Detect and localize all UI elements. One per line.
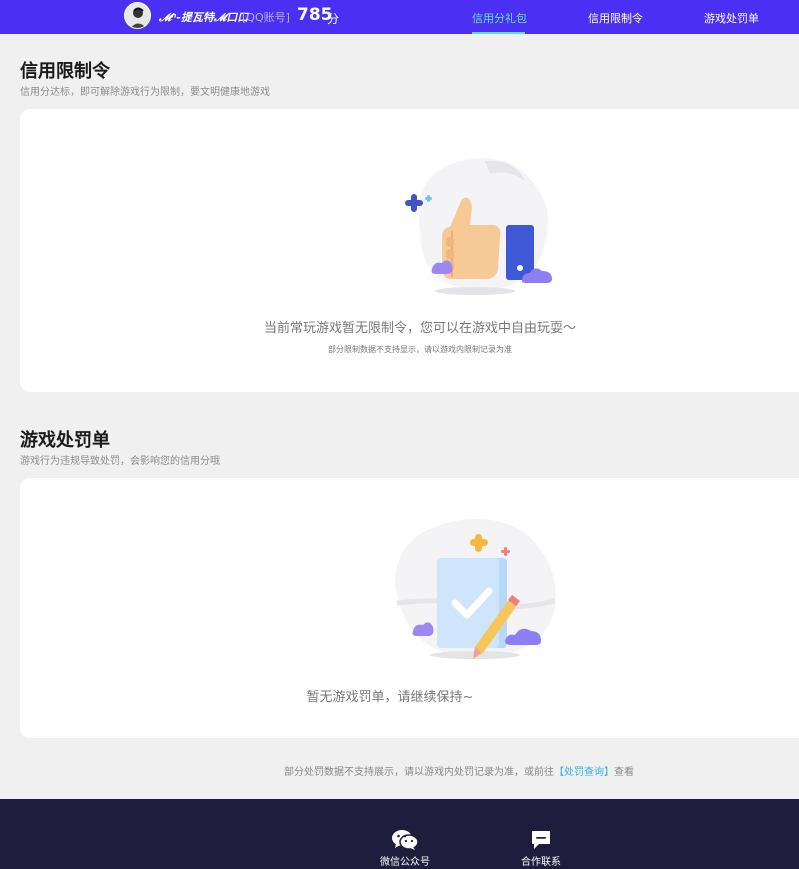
penalty-section-title: 游戏处罚单 xyxy=(20,430,110,451)
tab-game-penalty[interactable]: 游戏处罚单 xyxy=(704,10,759,26)
top-bar: 𝓜ⁿ-提瓦特𝓜口口 [QQ账号] 785 分 信用分礼包 信用限制令 游戏处罚单 xyxy=(0,0,799,34)
active-tab-indicator xyxy=(472,32,525,34)
chat-icon xyxy=(532,831,550,849)
wechat-icon xyxy=(392,830,419,850)
restriction-empty-text: 当前常玩游戏暂无限制令，您可以在游戏中自由玩耍～ xyxy=(263,321,576,336)
account-type-label: [QQ账号] xyxy=(242,11,290,24)
avatar-image xyxy=(125,3,150,28)
restriction-card: 当前常玩游戏暂无限制令，您可以在游戏中自由玩耍～ 部分限制数据不支持显示，请以游… xyxy=(20,109,799,392)
penalty-section-subtitle: 游戏行为违规导致处罚，会影响您的信用分哦 xyxy=(20,456,220,467)
penalty-query-note-text: 部分处罚数据不支持展示，请以游戏内处罚记录为准，或前往 xyxy=(284,767,554,778)
restriction-section-title: 信用限制令 xyxy=(20,61,110,82)
penalty-query-note: 部分处罚数据不支持展示，请以游戏内处罚记录为准，或前往【处罚查询】查看 xyxy=(284,763,634,778)
penalty-query-link[interactable]: 【处罚查询】 xyxy=(554,767,614,778)
footer-contact-label: 合作联系 xyxy=(521,857,561,868)
credit-score-unit: 分 xyxy=(327,12,340,26)
footer: 微信公众号 合作联系 xyxy=(0,799,799,869)
username: 𝓜ⁿ-提瓦特𝓜口口 xyxy=(159,11,249,24)
penalty-empty-text: 暂无游戏罚单，请继续保持~ xyxy=(306,690,474,705)
tab-credit-gift[interactable]: 信用分礼包 xyxy=(472,10,527,26)
tab-credit-restriction[interactable]: 信用限制令 xyxy=(588,10,643,26)
thumbs-up-illustration xyxy=(405,158,552,295)
restriction-section-subtitle: 信用分达标，即可解除游戏行为限制，要文明健康地游戏 xyxy=(20,87,270,98)
footer-wechat[interactable]: 微信公众号 xyxy=(365,829,445,868)
footer-contact[interactable]: 合作联系 xyxy=(501,829,581,868)
clipboard-pencil-illustration xyxy=(395,518,556,659)
footer-wechat-label: 微信公众号 xyxy=(380,857,430,868)
avatar[interactable] xyxy=(124,2,151,29)
penalty-query-note-suffix: 查看 xyxy=(614,767,634,778)
penalty-card: 暂无游戏罚单，请继续保持~ xyxy=(20,478,799,738)
restriction-note: 部分限制数据不支持显示，请以游戏内限制记录为准 xyxy=(328,345,512,354)
